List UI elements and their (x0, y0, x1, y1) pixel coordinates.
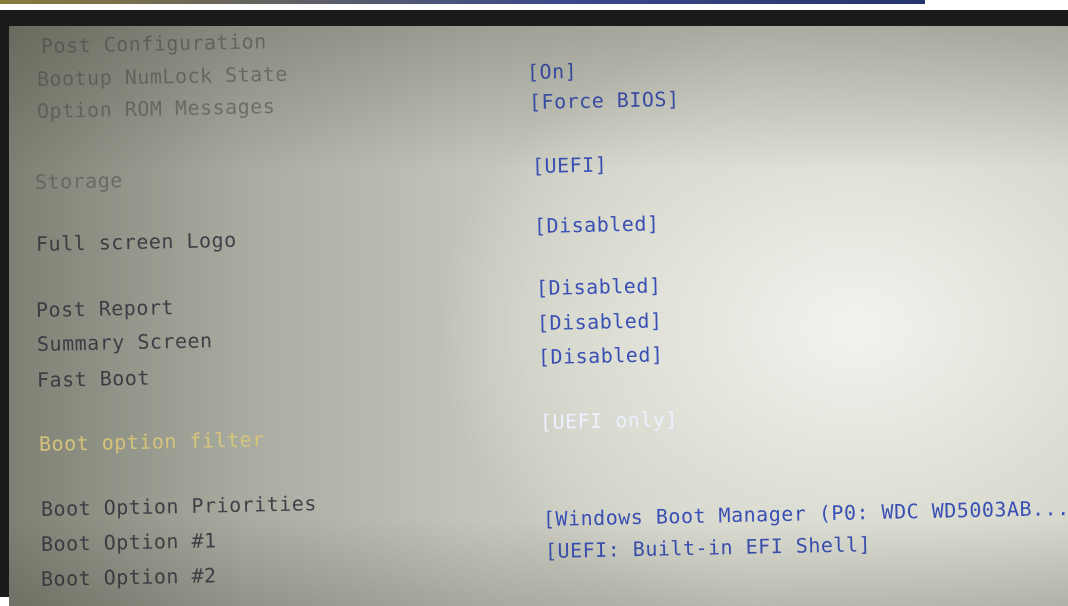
setting-value-storage[interactable]: [UEFI] (532, 152, 608, 178)
setting-value-summary-screen[interactable]: [Disabled] (537, 308, 663, 335)
setting-label-storage[interactable]: Storage (35, 168, 123, 194)
setting-label-fast-boot[interactable]: Fast Boot (37, 366, 150, 392)
top-edge-strip (0, 0, 925, 4)
setting-label-boot-option-priorities: Boot Option Priorities (40, 491, 318, 521)
setting-label-full-screen-logo[interactable]: Full screen Logo (36, 228, 237, 256)
monitor-bezel: Post Configuration Bootup NumLock State … (0, 10, 1068, 606)
setting-label-post-report[interactable]: Post Report (36, 295, 174, 322)
setting-label-boot-option-2[interactable]: Boot Option #2 (41, 563, 217, 591)
setting-value-boot-option-filter[interactable]: [UEFI only] (540, 407, 678, 434)
setting-value-full-screen-logo[interactable]: [Disabled] (534, 211, 660, 238)
setting-label-boot-option-1[interactable]: Boot Option #1 (41, 528, 217, 556)
setting-value-boot-option-2[interactable]: [UEFI: Built-in EFI Shell] (545, 532, 872, 563)
setting-label-bootup-numlock-state[interactable]: Bootup NumLock State (37, 62, 288, 91)
setting-label-option-rom-messages[interactable]: Option ROM Messages (37, 94, 276, 123)
setting-value-bootup-numlock-state[interactable]: [On] (527, 59, 578, 84)
setting-value-boot-option-1[interactable]: [Windows Boot Manager (P0: WDC WD5003AB.… (543, 496, 1068, 531)
setting-label-post-configuration: Post Configuration (40, 29, 267, 58)
setting-value-post-report[interactable]: [Disabled] (536, 273, 662, 300)
setting-value-option-rom-messages[interactable]: [Force BIOS] (529, 87, 680, 114)
setting-label-boot-option-filter[interactable]: Boot option filter (39, 427, 265, 456)
bios-boot-settings-screen: Post Configuration Bootup NumLock State … (9, 26, 1068, 606)
setting-label-summary-screen[interactable]: Summary Screen (37, 328, 213, 356)
setting-value-fast-boot[interactable]: [Disabled] (538, 342, 664, 369)
